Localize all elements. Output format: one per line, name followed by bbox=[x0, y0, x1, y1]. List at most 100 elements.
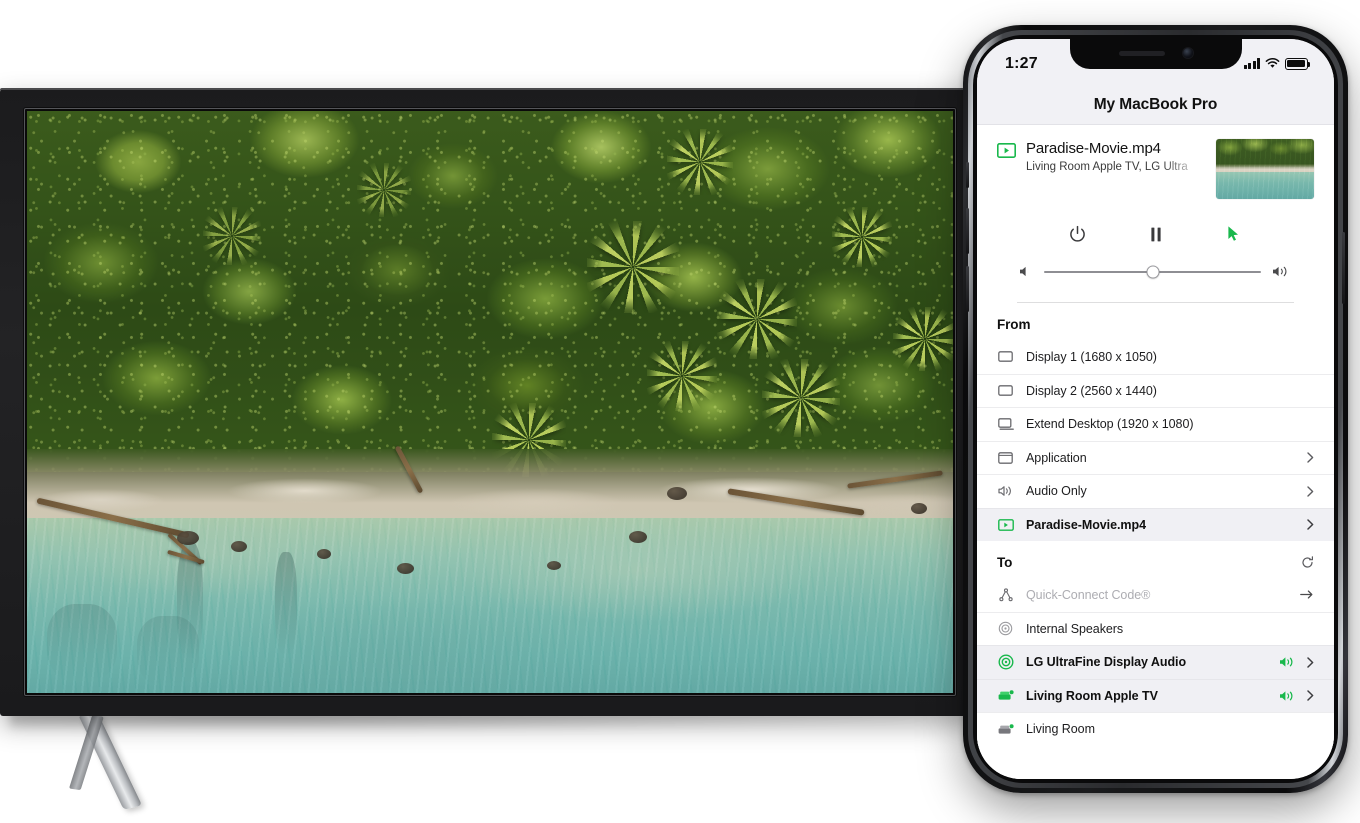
rock bbox=[547, 561, 561, 570]
iphone-device: 1:27 My MacBook Pro Paradise-Movie.mp4 L… bbox=[963, 25, 1348, 793]
tv-screen-frame bbox=[24, 108, 956, 696]
chevron-right-icon[interactable] bbox=[1307, 657, 1314, 668]
battery-icon bbox=[1285, 58, 1311, 70]
from-item-label: Application bbox=[1026, 450, 1087, 465]
to-item-living-room-apple-tv[interactable]: Living Room Apple TV bbox=[977, 678, 1334, 712]
cursor-arrow-icon bbox=[1228, 226, 1238, 241]
display-icon bbox=[997, 382, 1014, 399]
status-bar-time: 1:27 bbox=[1005, 55, 1038, 72]
rock bbox=[177, 531, 199, 545]
from-item-display-1[interactable]: Display 1 (1680 x 1050) bbox=[977, 340, 1334, 374]
transport-controls bbox=[997, 221, 1314, 247]
display-icon bbox=[997, 348, 1014, 365]
rock bbox=[231, 541, 247, 552]
to-item-lg-ultrafine-display-audio[interactable]: LG UltraFine Display Audio bbox=[977, 645, 1334, 679]
chevron-right-icon bbox=[1307, 519, 1314, 530]
power-icon bbox=[1070, 225, 1085, 242]
to-item-label: Internal Speakers bbox=[1026, 621, 1124, 636]
navigation-bar: My MacBook Pro bbox=[977, 85, 1334, 125]
from-item-paradise-movie[interactable]: Paradise-Movie.mp4 bbox=[977, 507, 1334, 541]
refresh-icon[interactable] bbox=[1301, 556, 1314, 569]
from-section-header: From bbox=[977, 303, 1334, 340]
phone-volume-down-button[interactable] bbox=[966, 266, 969, 312]
from-item-display-2[interactable]: Display 2 (2560 x 1440) bbox=[977, 373, 1334, 407]
arrow-right-icon[interactable] bbox=[1300, 589, 1314, 600]
share-network-icon bbox=[997, 586, 1014, 603]
signal-bars-icon bbox=[1243, 58, 1260, 70]
to-item-label: LG UltraFine Display Audio bbox=[1026, 655, 1187, 670]
status-bar-indicators bbox=[1243, 55, 1311, 70]
from-item-extend-desktop[interactable]: Extend Desktop (1920 x 1080) bbox=[977, 407, 1334, 441]
water-shadow bbox=[275, 552, 297, 657]
extend-desktop-icon bbox=[997, 416, 1014, 433]
speaker-low-icon bbox=[1020, 266, 1026, 277]
now-playing-panel: Paradise-Movie.mp4 Living Room Apple TV,… bbox=[977, 125, 1334, 303]
rock bbox=[667, 487, 687, 500]
to-item-label: Living Room Apple TV bbox=[1026, 688, 1158, 703]
chevron-right-icon[interactable] bbox=[1307, 690, 1314, 701]
artwork-foliage-speckle bbox=[27, 111, 953, 472]
video-file-icon bbox=[997, 143, 1016, 158]
artwork-shallow-water bbox=[27, 518, 953, 693]
rock bbox=[911, 503, 927, 514]
phone-mute-switch[interactable] bbox=[966, 162, 969, 188]
speaker-high-icon[interactable] bbox=[1279, 690, 1296, 702]
to-item-label: Living Room bbox=[1026, 722, 1095, 737]
phone-screen: 1:27 My MacBook Pro Paradise-Movie.mp4 L… bbox=[977, 39, 1334, 779]
apple-tv-icon bbox=[997, 721, 1014, 738]
from-item-audio-only[interactable]: Audio Only bbox=[977, 474, 1334, 508]
page-title: My MacBook Pro bbox=[1093, 95, 1218, 113]
from-item-label: Display 1 (1680 x 1050) bbox=[1026, 349, 1157, 364]
earpiece-speaker bbox=[1118, 50, 1165, 56]
screenshot-canvas: 1:27 My MacBook Pro Paradise-Movie.mp4 L… bbox=[0, 0, 1360, 823]
from-item-label: Paradise-Movie.mp4 bbox=[1026, 517, 1146, 532]
phone-notch bbox=[1069, 39, 1242, 69]
to-item-living-room[interactable]: Living Room bbox=[977, 712, 1334, 746]
pause-icon bbox=[1150, 227, 1161, 241]
now-playing-title: Paradise-Movie.mp4 bbox=[1026, 140, 1161, 157]
from-item-label: Display 2 (2560 x 1440) bbox=[1026, 383, 1157, 398]
now-playing-subtitle: Living Room Apple TV, LG Ultra bbox=[1026, 161, 1188, 173]
water-shadow bbox=[137, 616, 199, 687]
from-heading: From bbox=[997, 317, 1031, 332]
artwork-jungle-canopy bbox=[27, 111, 953, 477]
to-item-internal-speakers[interactable]: Internal Speakers bbox=[977, 611, 1334, 645]
to-item-label: Quick-Connect Code® bbox=[1026, 587, 1151, 602]
volume-slider-thumb[interactable] bbox=[1146, 265, 1159, 278]
to-item-actions bbox=[1279, 690, 1314, 702]
rock bbox=[317, 549, 331, 559]
tv-artwork-aerial-beach bbox=[27, 111, 953, 693]
to-item-actions bbox=[1279, 656, 1314, 668]
water-shadow bbox=[47, 604, 117, 683]
to-section-header: To bbox=[977, 541, 1334, 578]
phone-power-button[interactable] bbox=[1342, 232, 1345, 304]
apple-tv-icon bbox=[997, 687, 1014, 704]
from-item-application[interactable]: Application bbox=[977, 440, 1334, 474]
power-button[interactable] bbox=[1065, 221, 1091, 247]
now-playing-row: Paradise-Movie.mp4 Living Room Apple TV,… bbox=[997, 139, 1314, 199]
window-icon bbox=[997, 449, 1014, 466]
from-item-label: Extend Desktop (1920 x 1080) bbox=[1026, 417, 1194, 432]
to-item-quick-connect-code[interactable]: Quick-Connect Code® bbox=[977, 578, 1334, 612]
speaker-icon bbox=[997, 483, 1014, 500]
speaker-high-icon[interactable] bbox=[1279, 656, 1296, 668]
remote-pointer-button[interactable] bbox=[1221, 221, 1247, 247]
front-camera-icon bbox=[1182, 48, 1193, 58]
volume-slider-track[interactable] bbox=[1044, 265, 1261, 278]
thumbnail-ripples bbox=[1216, 139, 1314, 199]
now-playing-thumbnail bbox=[1216, 139, 1314, 199]
speaker-circles-icon bbox=[997, 620, 1014, 637]
pause-button[interactable] bbox=[1143, 221, 1169, 247]
wifi-icon bbox=[1265, 58, 1280, 68]
rock bbox=[629, 531, 647, 543]
to-heading: To bbox=[997, 555, 1013, 570]
tv-bezel-highlight bbox=[0, 88, 980, 90]
phone-volume-up-button[interactable] bbox=[966, 208, 969, 254]
tv-screen bbox=[27, 111, 953, 693]
chevron-right-icon bbox=[1307, 486, 1314, 497]
volume-slider-control[interactable] bbox=[997, 265, 1314, 278]
television bbox=[0, 88, 980, 716]
rock bbox=[397, 563, 414, 574]
screen-content: Paradise-Movie.mp4 Living Room Apple TV,… bbox=[977, 125, 1334, 779]
now-playing-text: Paradise-Movie.mp4 Living Room Apple TV,… bbox=[1026, 139, 1206, 175]
